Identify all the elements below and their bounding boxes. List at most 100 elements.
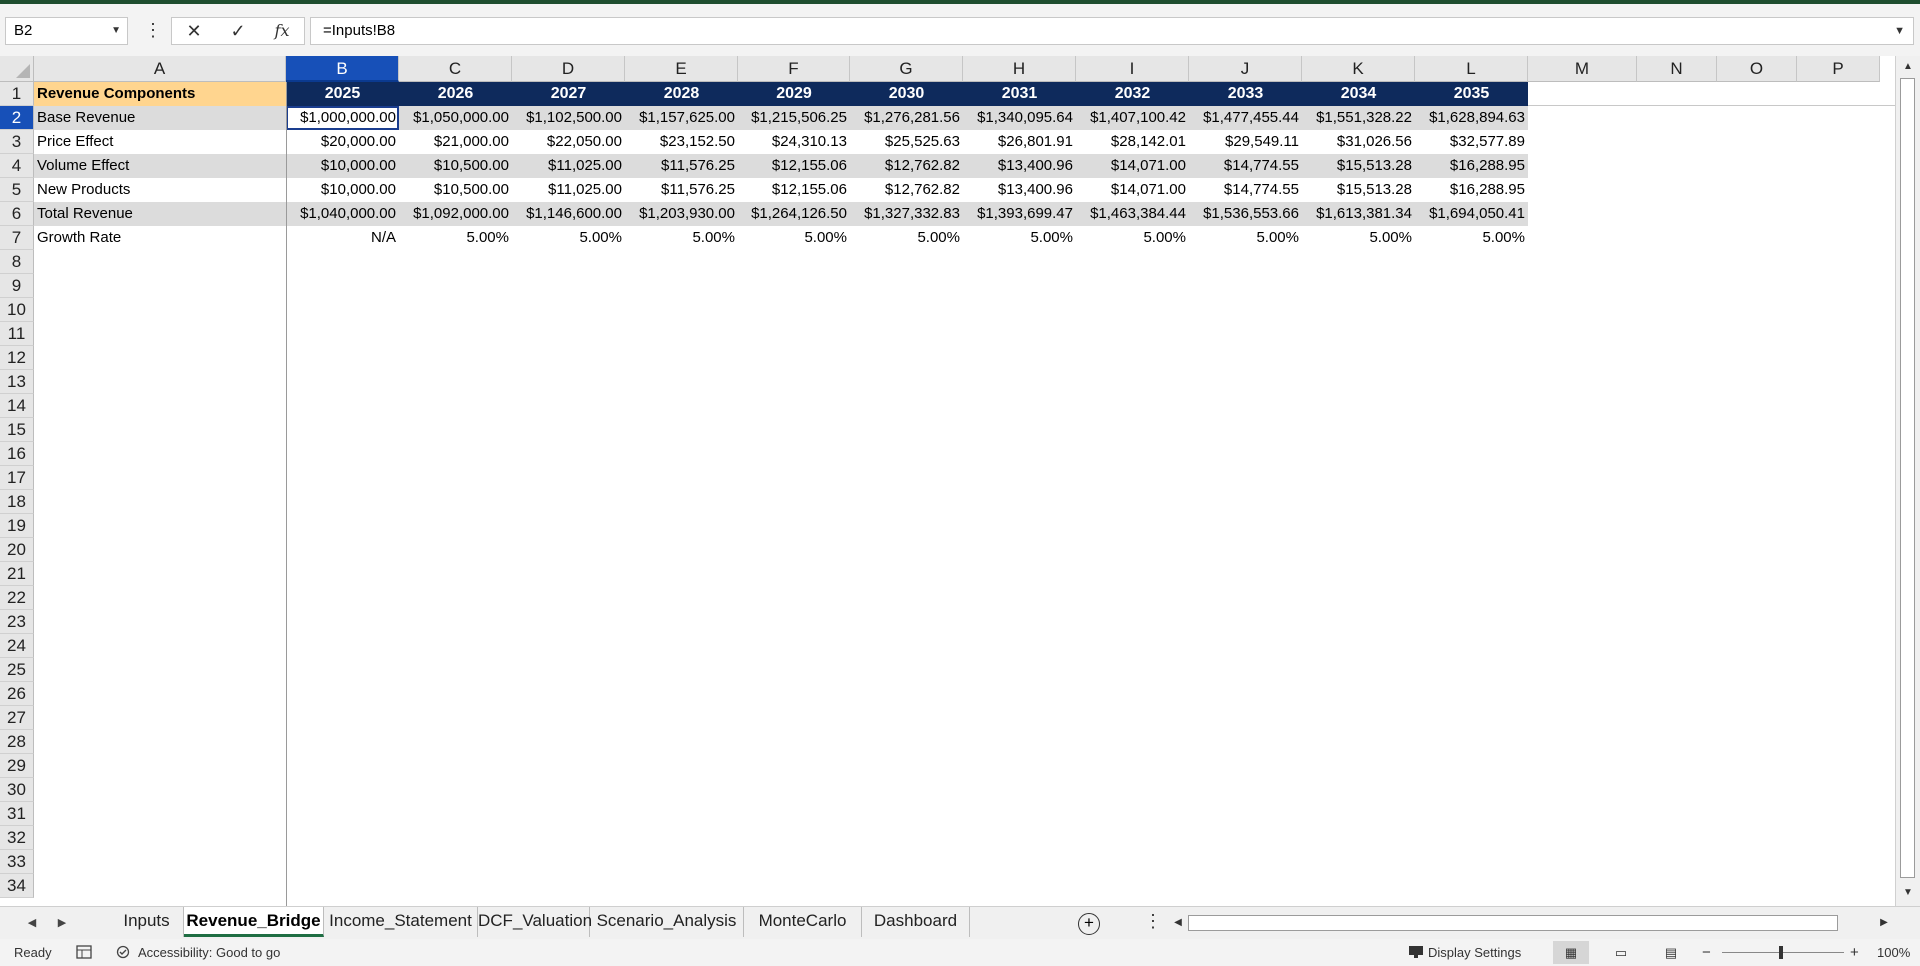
cell-year-header-2032[interactable]: 2032 — [1076, 82, 1189, 106]
data-cell[interactable]: $14,071.00 — [1076, 154, 1189, 178]
data-cell[interactable]: $21,000.00 — [399, 130, 512, 154]
zoom-slider[interactable] — [1722, 952, 1844, 953]
tab-options-icon[interactable]: ⋮ — [1144, 911, 1162, 932]
data-cell[interactable]: 5.00% — [1076, 226, 1189, 250]
column-header-l[interactable]: L — [1415, 56, 1528, 82]
sheet-tab-revenue-bridge[interactable]: Revenue_Bridge — [184, 907, 324, 937]
function-icon[interactable]: fx — [262, 18, 302, 44]
chevron-down-icon[interactable]: ▼ — [111, 18, 121, 44]
data-cell[interactable]: 5.00% — [625, 226, 738, 250]
row-header-20[interactable]: 20 — [0, 538, 34, 562]
data-cell[interactable]: $10,000.00 — [286, 154, 399, 178]
data-cell[interactable]: $16,288.95 — [1415, 178, 1528, 202]
sheet-tab-dcf-valuation[interactable]: DCF_Valuation — [478, 907, 592, 937]
row-header-24[interactable]: 24 — [0, 634, 34, 658]
data-cell[interactable]: $1,215,506.25 — [738, 106, 850, 130]
row-header-34[interactable]: 34 — [0, 874, 34, 898]
cell-a1-header-label[interactable]: Revenue Components — [34, 82, 286, 106]
data-cell[interactable]: 5.00% — [512, 226, 625, 250]
data-cell[interactable]: $10,500.00 — [399, 154, 512, 178]
horizontal-scrollbar[interactable]: ◀ ▶ — [1170, 914, 1888, 932]
tab-scroll-right-icon[interactable]: ▶ — [52, 913, 72, 933]
row-header-28[interactable]: 28 — [0, 730, 34, 754]
data-cell[interactable]: $23,152.50 — [625, 130, 738, 154]
column-header-a[interactable]: A — [34, 56, 286, 82]
row-header-26[interactable]: 26 — [0, 682, 34, 706]
row-header-30[interactable]: 30 — [0, 778, 34, 802]
vertical-scrollbar[interactable]: ▲ ▼ — [1895, 56, 1920, 906]
scroll-left-icon[interactable]: ◀ — [1170, 914, 1186, 932]
data-cell[interactable]: $1,264,126.50 — [738, 202, 850, 226]
scroll-up-icon[interactable]: ▲ — [1899, 58, 1917, 76]
cell-year-header-2025[interactable]: 2025 — [286, 82, 399, 106]
data-cell[interactable]: $1,536,553.66 — [1189, 202, 1302, 226]
column-header-i[interactable]: I — [1076, 56, 1189, 82]
data-cell[interactable]: $1,157,625.00 — [625, 106, 738, 130]
zoom-in-icon[interactable]: + — [1850, 939, 1859, 966]
row-label-new-products[interactable]: New Products — [34, 178, 286, 202]
sheet-tab-income-statement[interactable]: Income_Statement — [324, 907, 478, 937]
data-cell[interactable]: $11,576.25 — [625, 154, 738, 178]
data-cell[interactable]: $22,050.00 — [512, 130, 625, 154]
row-header-16[interactable]: 16 — [0, 442, 34, 466]
data-cell[interactable]: $20,000.00 — [286, 130, 399, 154]
data-cell[interactable]: $31,026.56 — [1302, 130, 1415, 154]
row-label-base-revenue[interactable]: Base Revenue — [34, 106, 286, 130]
column-header-k[interactable]: K — [1302, 56, 1415, 82]
data-cell[interactable]: $1,040,000.00 — [286, 202, 399, 226]
data-cell[interactable]: $12,762.82 — [850, 178, 963, 202]
column-header-c[interactable]: C — [399, 56, 512, 82]
data-cell[interactable]: $1,340,095.64 — [963, 106, 1076, 130]
data-cell[interactable]: $1,393,699.47 — [963, 202, 1076, 226]
data-cell[interactable]: $1,694,050.41 — [1415, 202, 1528, 226]
data-cell[interactable]: $11,025.00 — [512, 178, 625, 202]
row-header-2[interactable]: 2 — [0, 106, 34, 130]
row-header-4[interactable]: 4 — [0, 154, 34, 178]
zoom-level[interactable]: 100% — [1877, 939, 1910, 966]
row-header-18[interactable]: 18 — [0, 490, 34, 514]
cell-year-header-2031[interactable]: 2031 — [963, 82, 1076, 106]
data-cell[interactable]: $12,155.06 — [738, 178, 850, 202]
column-header-p[interactable]: P — [1797, 56, 1880, 82]
data-cell[interactable]: $28,142.01 — [1076, 130, 1189, 154]
data-cell[interactable]: $14,071.00 — [1076, 178, 1189, 202]
row-header-3[interactable]: 3 — [0, 130, 34, 154]
row-header-5[interactable]: 5 — [0, 178, 34, 202]
sheet-tab-scenario-analysis[interactable]: Scenario_Analysis — [590, 907, 744, 937]
data-cell[interactable]: $25,525.63 — [850, 130, 963, 154]
cell-year-header-2027[interactable]: 2027 — [512, 82, 625, 106]
page-break-view-icon[interactable]: ▤ — [1653, 941, 1689, 964]
sheet-tab-montecarlo[interactable]: MonteCarlo — [744, 907, 862, 937]
column-header-g[interactable]: G — [850, 56, 963, 82]
data-cell[interactable]: $1,327,332.83 — [850, 202, 963, 226]
row-header-33[interactable]: 33 — [0, 850, 34, 874]
data-cell[interactable]: $1,203,930.00 — [625, 202, 738, 226]
data-cell[interactable]: $1,092,000.00 — [399, 202, 512, 226]
cancel-icon[interactable]: ✕ — [174, 18, 214, 44]
data-cell[interactable]: $1,551,328.22 — [1302, 106, 1415, 130]
zoom-slider-knob[interactable] — [1779, 946, 1783, 959]
data-cell[interactable]: $1,463,384.44 — [1076, 202, 1189, 226]
select-all-corner[interactable] — [0, 56, 34, 82]
row-header-17[interactable]: 17 — [0, 466, 34, 490]
data-cell[interactable]: $15,513.28 — [1302, 154, 1415, 178]
data-cell[interactable]: $1,102,500.00 — [512, 106, 625, 130]
row-label-volume-effect[interactable]: Volume Effect — [34, 154, 286, 178]
data-cell[interactable]: $14,774.55 — [1189, 154, 1302, 178]
column-header-n[interactable]: N — [1637, 56, 1717, 82]
data-cell[interactable]: $10,500.00 — [399, 178, 512, 202]
cell-year-header-2034[interactable]: 2034 — [1302, 82, 1415, 106]
data-cell[interactable]: $11,576.25 — [625, 178, 738, 202]
data-cell[interactable]: $1,050,000.00 — [399, 106, 512, 130]
more-options-icon[interactable]: ⋮ — [144, 17, 162, 45]
row-header-31[interactable]: 31 — [0, 802, 34, 826]
data-cell[interactable]: 5.00% — [963, 226, 1076, 250]
column-header-j[interactable]: J — [1189, 56, 1302, 82]
horizontal-scroll-thumb[interactable] — [1188, 915, 1838, 931]
data-cell[interactable]: $12,762.82 — [850, 154, 963, 178]
data-cell[interactable]: 5.00% — [738, 226, 850, 250]
data-cell[interactable]: 5.00% — [1302, 226, 1415, 250]
row-header-13[interactable]: 13 — [0, 370, 34, 394]
data-cell[interactable]: 5.00% — [1189, 226, 1302, 250]
data-cell[interactable]: $29,549.11 — [1189, 130, 1302, 154]
